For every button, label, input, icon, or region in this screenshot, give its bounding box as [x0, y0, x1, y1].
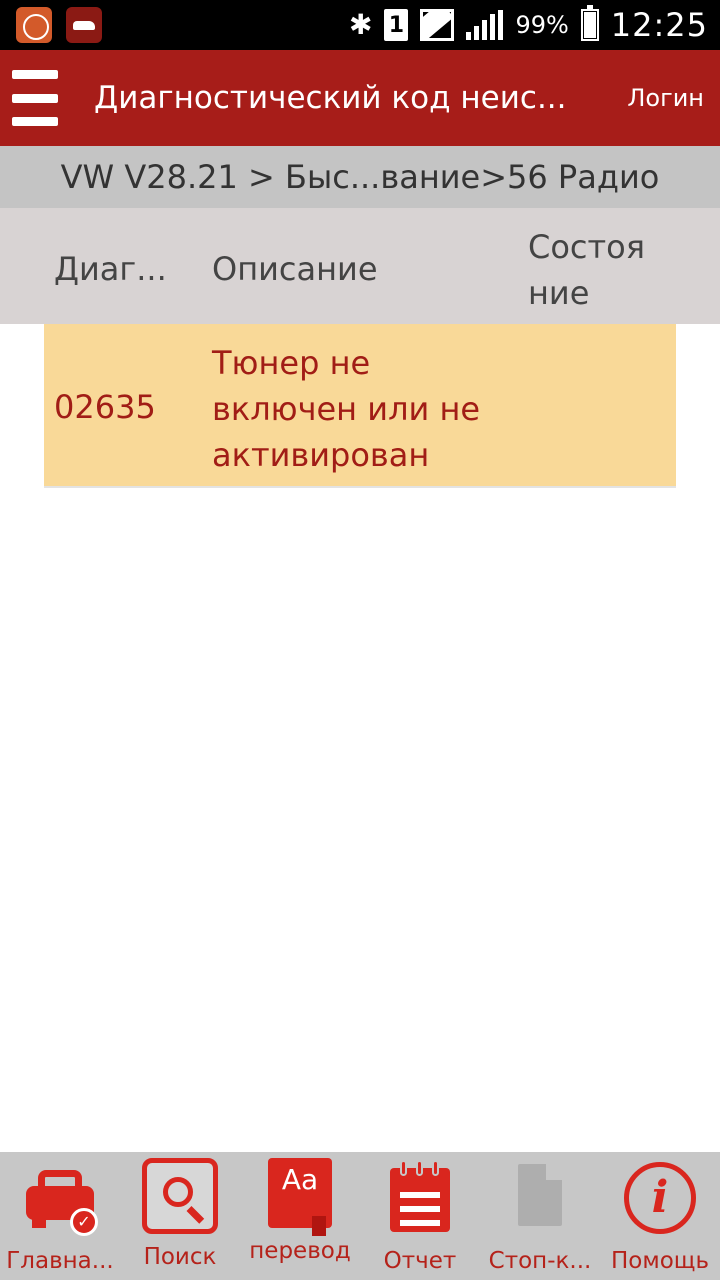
app-bar: Диагностический код неис... Логин: [0, 50, 720, 146]
report-icon: [380, 1158, 460, 1238]
nav-freeze-frame-button[interactable]: Стоп-к...: [480, 1152, 600, 1280]
notification-icons: [16, 7, 102, 43]
bluetooth-icon: ✱: [348, 8, 373, 41]
nav-search-button[interactable]: Поиск: [120, 1152, 240, 1280]
login-button[interactable]: Логин: [627, 84, 704, 112]
nav-label: Поиск: [143, 1244, 217, 1270]
dtc-description: Тюнер не включен или не активирован: [212, 344, 481, 474]
breadcrumb: VW V28.21 > Быс...вание>56 Радио: [0, 146, 720, 208]
screen: ✱ 1 99% 12:25 Диагностический код неис..…: [0, 0, 720, 1280]
system-indicators: ✱ 1 99% 12:25: [348, 5, 708, 44]
header-code: Диаг...: [54, 250, 167, 288]
nav-home-button[interactable]: ✓ Главна...: [0, 1152, 120, 1280]
page-title: Диагностический код неис...: [94, 80, 567, 116]
table-header: Диаг... Описание Состоя ние: [0, 208, 720, 324]
table-row[interactable]: 02635 Тюнер не включен или не активирова…: [44, 324, 676, 488]
header-state: Состоя ние: [528, 228, 645, 312]
nav-label: Главна...: [6, 1248, 114, 1274]
car-check-icon: ✓: [20, 1158, 100, 1238]
search-icon: [142, 1158, 218, 1234]
battery-icon: [580, 5, 599, 41]
nav-label: Отчет: [383, 1248, 457, 1274]
nav-label: Стоп-к...: [488, 1248, 592, 1274]
sim-icon: 1: [384, 9, 409, 41]
nav-label: перевод: [249, 1238, 351, 1264]
nav-report-button[interactable]: Отчет: [360, 1152, 480, 1280]
battery-percent: 99%: [515, 11, 569, 39]
mi-app-icon: [16, 7, 52, 43]
translate-icon: Aa: [268, 1158, 332, 1236]
nav-translate-button[interactable]: Aa перевод: [240, 1152, 360, 1280]
signal-icon: [466, 10, 504, 40]
no-signal-icon: [420, 9, 455, 41]
file-icon: [500, 1158, 580, 1238]
hamburger-menu-icon[interactable]: [12, 70, 58, 126]
dtc-code: 02635: [54, 388, 156, 426]
nav-help-button[interactable]: i Помощь: [600, 1152, 720, 1280]
car-app-icon: [66, 7, 102, 43]
help-icon: i: [624, 1162, 696, 1234]
status-bar: ✱ 1 99% 12:25: [0, 0, 720, 50]
clock: 12:25: [610, 6, 708, 44]
bottom-nav: ✓ Главна... Поиск Aa перевод Отчет Стоп-…: [0, 1152, 720, 1280]
header-description: Описание: [212, 250, 378, 288]
nav-label: Помощь: [610, 1248, 709, 1274]
